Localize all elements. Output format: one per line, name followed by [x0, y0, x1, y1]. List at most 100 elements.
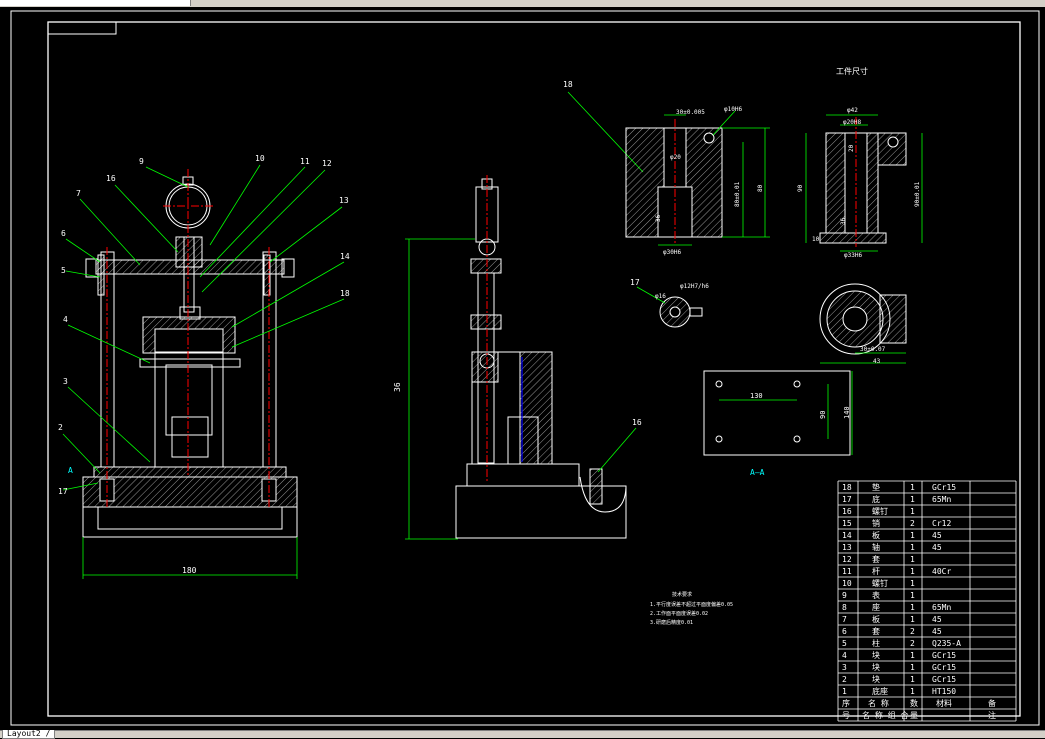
- plate-labels: 130 90 140: [750, 392, 851, 419]
- bom-qty: 1: [910, 603, 915, 612]
- bom-header2-name: 名 称 组 合: [862, 710, 908, 720]
- dim-90c: 90: [819, 411, 827, 419]
- label-11: 11: [300, 157, 310, 166]
- bom-no: 2: [842, 675, 847, 684]
- bom-no: 15: [842, 519, 852, 528]
- dim-phi10: φ10H6: [724, 106, 742, 113]
- label-10: 10: [255, 154, 265, 163]
- side-view: [455, 178, 627, 539]
- bom-name: 底: [872, 494, 880, 504]
- bom-qty: 1: [910, 591, 915, 600]
- bom-header2-note: 注: [988, 710, 996, 720]
- layout-tab[interactable]: Layout2 /: [2, 730, 56, 739]
- bom-no: 8: [842, 603, 847, 612]
- bom-material: 45: [932, 531, 942, 540]
- bom-qty: 2: [910, 627, 915, 636]
- label-2: 2: [58, 423, 63, 432]
- bom-qty: 1: [910, 555, 915, 564]
- cad-drawing-canvas[interactable]: 9 10 11 12 13 14 18 16 7 6 5 4 3 2 17 18…: [0, 7, 1045, 730]
- workpiece-top-view: [819, 283, 907, 355]
- bom-no: 5: [842, 639, 847, 648]
- dim-phi20: φ20: [670, 154, 681, 161]
- pin-labels: 17 φ16 φ12H7/h6: [630, 278, 709, 300]
- bom-name: 座: [872, 602, 880, 612]
- label-14: 14: [340, 252, 350, 261]
- leaders-mid: [405, 91, 644, 540]
- bom-material: 65Mn: [932, 603, 951, 612]
- workpiece-3-dims: [820, 352, 906, 364]
- bom-header-qty: 数: [910, 698, 918, 708]
- bom-qty: 1: [910, 579, 915, 588]
- bom-name: 螺钉: [872, 506, 888, 516]
- bom-material: HT150: [932, 687, 956, 696]
- bom-material: GCr15: [932, 675, 956, 684]
- dim-36b: 36: [840, 217, 847, 225]
- bom-material: GCr15: [932, 663, 956, 672]
- bom-no: 11: [842, 567, 852, 576]
- bom-qty: 2: [910, 519, 915, 528]
- dim-10: 10: [812, 236, 820, 243]
- bom-no: 18: [842, 483, 852, 492]
- workpiece-title: 工件尺寸: [836, 66, 868, 76]
- label-7: 7: [76, 189, 81, 198]
- section-mark-a: A: [68, 466, 73, 475]
- dim-30-005: 30±0.005: [676, 109, 705, 116]
- bom-no: 3: [842, 663, 847, 672]
- dim-20: 20: [848, 144, 855, 152]
- note-2: 2.工作面平面度误差0.02: [650, 610, 708, 617]
- bom-table: 18 垫 1 GCr1517 底 1 65Mn16 螺钉 115 销 2 Cr1214 板 1 4513 轴 1…: [837, 480, 1017, 722]
- dim-phi12: φ12H7/h6: [680, 283, 709, 290]
- menu-tab[interactable]: [0, 0, 191, 6]
- bom-qty: 1: [910, 531, 915, 540]
- bom-name: 块: [872, 674, 880, 684]
- bom-qty: 1: [910, 675, 915, 684]
- dim-130: 130: [750, 392, 763, 400]
- bom-header-name: 名 称: [868, 698, 889, 708]
- bom-material: 45: [932, 615, 942, 624]
- bom-material: GCr15: [932, 651, 956, 660]
- dim-phi16: φ16: [655, 293, 666, 300]
- label-16-left: 16: [106, 174, 116, 183]
- label-3: 3: [63, 377, 68, 386]
- dim-30-07: 30±0.07: [860, 346, 886, 353]
- bom-header2-qty: 量: [910, 711, 918, 720]
- front-section-view: [82, 176, 298, 538]
- bom-name: 底座: [872, 686, 888, 696]
- bom-no: 4: [842, 651, 847, 660]
- dim-36: 36: [655, 214, 662, 222]
- bom-no: 7: [842, 615, 847, 624]
- dim-base-width: 180: [182, 566, 197, 575]
- bom-qty: 1: [910, 663, 915, 672]
- bom-qty: 2: [910, 639, 915, 648]
- bom-no: 10: [842, 579, 852, 588]
- bom-name: 杆: [872, 566, 880, 576]
- bom-qty: 1: [910, 483, 915, 492]
- centerlines-left: [106, 169, 270, 507]
- label-13: 13: [339, 196, 349, 205]
- dim-height-total: 36: [393, 382, 402, 392]
- bom-no: 6: [842, 627, 847, 636]
- dim-30h6: φ30H6: [663, 249, 681, 256]
- bom-no: 9: [842, 591, 847, 600]
- pin-detail: [659, 296, 703, 328]
- bom-no: 17: [842, 495, 852, 504]
- bom-qty: 1: [910, 651, 915, 660]
- dim-90-01b: 90±0.01: [914, 181, 921, 207]
- notes-title: 技术要求: [672, 591, 692, 598]
- bom-name: 套: [872, 626, 880, 636]
- bom-name: 表: [872, 590, 880, 600]
- label-4: 4: [63, 315, 68, 324]
- plate-dims: [719, 371, 853, 455]
- bom-no: 1: [842, 687, 847, 696]
- dim-90: 90: [797, 184, 804, 192]
- bom-material: 65Mn: [932, 495, 951, 504]
- bom-header-mat: 材料: [936, 698, 952, 708]
- technical-notes: 技术要求 1.平行度误差不超过平面度偏差0.05 2.工作面平面度误差0.02 …: [650, 591, 733, 626]
- label-6: 6: [61, 229, 66, 238]
- dim-140: 140: [843, 406, 851, 419]
- bom-no: 13: [842, 543, 852, 552]
- bom-qty: 1: [910, 507, 915, 516]
- bom-material: 45: [932, 627, 942, 636]
- bom-name: 板: [872, 530, 880, 540]
- bom-material: 45: [932, 543, 942, 552]
